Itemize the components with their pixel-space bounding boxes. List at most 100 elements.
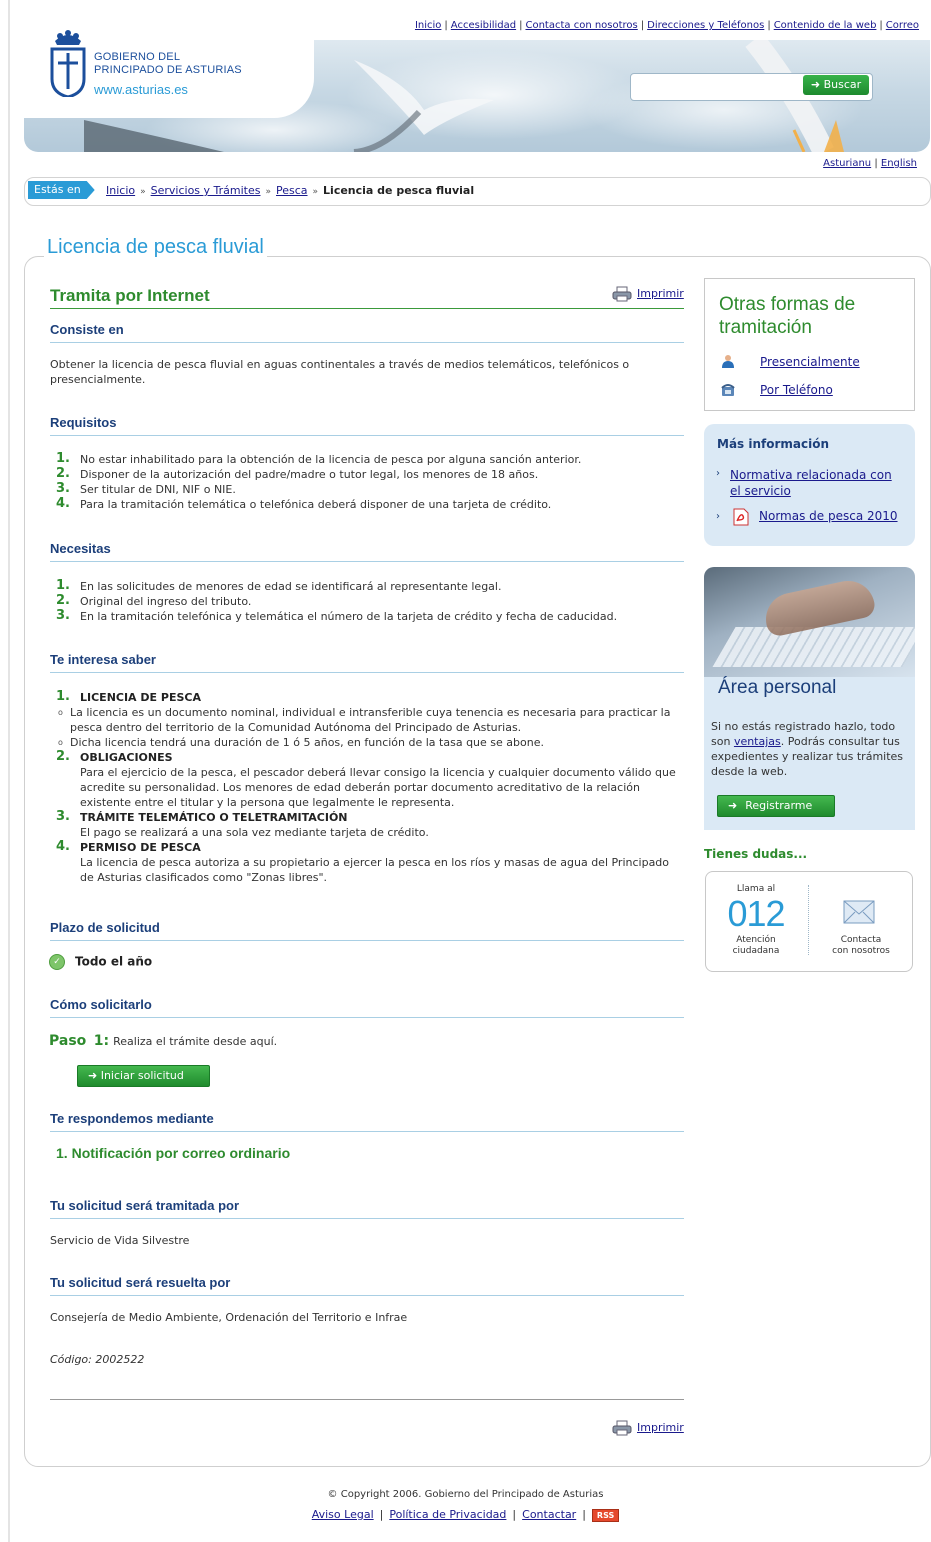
divider — [50, 1017, 684, 1018]
breadcrumb-label: Estás en — [28, 181, 95, 199]
list-item: 1.LICENCIA DE PESCA La licencia es un do… — [56, 689, 676, 750]
arrow-right-icon: ➜ — [810, 78, 824, 91]
otras-formas-title: Otras formas de tramitación — [719, 294, 856, 338]
copyright: © Copyright 2006. Gobierno del Principad… — [327, 1489, 604, 1500]
list-item: 3. Ser titular de DNI, NIF o NIE. — [56, 481, 236, 496]
top-nav: Inicio | Accesibilidad | Contacta con nosotr… — [414, 20, 919, 31]
divider — [50, 672, 684, 673]
plazo-value: ✓ Todo el año — [49, 954, 152, 970]
page-title: Licencia de pesca fluvial — [44, 236, 267, 259]
list-item: 1. No estar inhabilitado para la obtenció… — [56, 451, 582, 466]
lang-english[interactable]: English — [881, 158, 917, 169]
normas-pesca-link[interactable]: Normas de pesca 2010 — [759, 509, 898, 523]
list-item: 2. Disponer de la autorización del padre/… — [56, 466, 539, 481]
logo-url: www.asturias.es — [94, 82, 188, 97]
divider — [50, 1295, 684, 1296]
consiste-text: Obtener la licencia de pesca fluvial en … — [50, 358, 630, 386]
dudas-separator — [808, 885, 810, 955]
check-icon: ✓ — [49, 954, 65, 970]
top-nav-inicio[interactable]: Inicio — [415, 20, 441, 31]
search-button[interactable]: ➜ Buscar — [803, 75, 869, 95]
requisitos-list: 1. No estar inhabilitado para la obtenció… — [56, 451, 676, 512]
area-personal-box: Área personal Si no estás registrado haz… — [704, 567, 915, 830]
divider — [50, 940, 684, 941]
resuelta-value: Consejería de Medio Ambiente, Ordenación… — [50, 1311, 408, 1324]
left-edge-line — [8, 0, 10, 1542]
printer-icon — [612, 286, 632, 302]
list-item: 2. OBLIGACIONES Para el ejercicio de la p… — [56, 749, 676, 809]
breadcrumb-inicio[interactable]: Inicio — [106, 184, 135, 197]
respondemos-item: 1. Notificación por correo ordinario — [56, 1145, 291, 1161]
section-necesitas-title: Necesitas — [50, 541, 111, 556]
area-personal-text: Si no estás registrado hazlo, todo son v… — [711, 720, 904, 778]
envelope-icon[interactable] — [842, 893, 876, 929]
necesitas-list: 1. En las solicitudes de menores de edad … — [56, 578, 676, 624]
paso-step: Paso 1: Realiza el trámite desde aquí. — [49, 1033, 278, 1049]
print-link-bottom[interactable]: Imprimir — [612, 1420, 684, 1436]
divider — [50, 342, 684, 343]
phone-012[interactable]: 012 — [713, 893, 799, 935]
top-nav-contenido[interactable]: Contenido de la web — [774, 20, 877, 31]
contacta-text[interactable]: Contacta con nosotros — [818, 935, 904, 957]
bottom-divider — [50, 1399, 684, 1400]
list-item: 4. PERMISO DE PESCA La licencia de pesca … — [56, 839, 670, 884]
normativa-link[interactable]: Normativa relacionada con el servicio — [730, 467, 905, 499]
language-links: Asturianu | English — [823, 158, 917, 169]
section-interesa-title: Te interesa saber — [50, 652, 156, 667]
top-nav-contacta[interactable]: Contacta con nosotros — [525, 20, 637, 31]
print-link-top[interactable]: Imprimir — [612, 286, 684, 302]
breadcrumb-pesca[interactable]: Pesca — [276, 184, 308, 197]
section-consiste-title: Consiste en — [50, 322, 124, 337]
section-como-title: Cómo solicitarlo — [50, 997, 152, 1012]
divider — [50, 561, 684, 562]
section-respondemos-title: Te respondemos mediante — [50, 1111, 214, 1126]
breadcrumb: Inicio» Servicios y Trámites» Pesca» Licenc… — [106, 184, 475, 197]
arrow-right-icon: ➜ — [88, 1069, 98, 1082]
registrarme-button[interactable]: ➜ Registrarme — [717, 795, 835, 817]
footer-links: Aviso Legal | Política de Privacidad | Conta… — [0, 1508, 931, 1522]
arrow-right-icon: ➜ — [728, 799, 738, 812]
divider — [50, 435, 684, 436]
top-nav-correo[interactable]: Correo — [886, 20, 919, 31]
main-heading: Tramita por Internet — [50, 286, 210, 305]
mas-informacion-title: Más información — [717, 437, 830, 451]
lang-asturianu[interactable]: Asturianu — [823, 158, 871, 169]
breadcrumb-servicios[interactable]: Servicios y Trámites — [151, 184, 261, 197]
section-plazo-title: Plazo de solicitud — [50, 920, 160, 935]
list-item: 3. TRÁMITE TELEMÁTICO O TELETRAMITACIÓN E… — [56, 809, 429, 839]
contactar-link[interactable]: Contactar — [522, 1508, 576, 1521]
printer-icon — [612, 1420, 632, 1436]
presencialmente-link[interactable]: Presencialmente — [760, 355, 860, 369]
breadcrumb-current: Licencia de pesca fluvial — [323, 184, 475, 197]
person-icon — [722, 355, 734, 368]
iniciar-solicitud-button[interactable]: ➜ Iniciar solicitud — [77, 1065, 210, 1087]
tramitada-value: Servicio de Vida Silvestre — [50, 1234, 190, 1247]
rss-icon[interactable]: RSS — [591, 1508, 620, 1522]
chevron-right-icon: › — [716, 468, 720, 479]
logo-text: GOBIERNO DEL PRINCIPADO DE ASTURIAS — [94, 51, 242, 76]
section-tramitada-title: Tu solicitud será tramitada por — [50, 1198, 240, 1213]
privacidad-link[interactable]: Política de Privacidad — [389, 1508, 506, 1521]
dudas-title: Tienes dudas... — [704, 847, 808, 861]
section-requisitos-title: Requisitos — [50, 415, 117, 430]
aviso-legal-link[interactable]: Aviso Legal — [312, 1508, 374, 1521]
list-item: 4. Para la tramitación telemática o telef… — [56, 496, 552, 511]
top-nav-direcciones[interactable]: Direcciones y Teléfonos — [647, 20, 764, 31]
keyboard-photo — [704, 567, 915, 677]
divider — [50, 1131, 684, 1132]
area-personal-title: Área personal — [718, 677, 837, 698]
section-resuelta-title: Tu solicitud será resuelta por — [50, 1275, 231, 1290]
phone-icon — [721, 384, 735, 396]
list-item: 1. En las solicitudes de menores de edad … — [56, 578, 502, 593]
interesa-list: 1.LICENCIA DE PESCA La licencia es un do… — [56, 689, 676, 885]
list-item: 2. Original del ingreso del tributo. — [56, 593, 252, 608]
pdf-icon — [733, 508, 749, 526]
por-telefono-link[interactable]: Por Teléfono — [760, 383, 833, 397]
top-nav-accesibilidad[interactable]: Accesibilidad — [451, 20, 516, 31]
atencion-text: Atención ciudadana — [732, 935, 780, 956]
list-item: 3. En la tramitación telefónica y telemát… — [56, 608, 618, 623]
divider — [50, 1218, 684, 1219]
asturias-crest-icon — [50, 30, 86, 97]
heading-divider — [50, 308, 684, 309]
ventajas-link[interactable]: ventajas — [734, 735, 781, 748]
